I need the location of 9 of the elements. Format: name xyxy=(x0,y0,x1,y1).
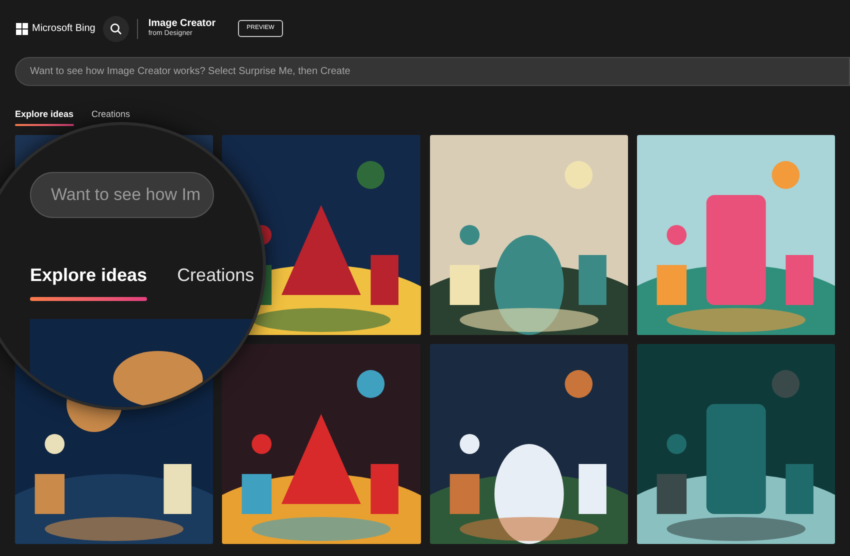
search-icon xyxy=(110,22,122,34)
tab[interactable]: Creations xyxy=(92,108,130,126)
brand-name: Microsoft Bing xyxy=(32,22,96,36)
search-field[interactable]: Want to see how Image Creator works? Select Surprise Me, then Create xyxy=(15,57,850,86)
tab[interactable]: Explore ideas xyxy=(30,262,148,301)
windows-logo-icon xyxy=(16,22,28,34)
tab[interactable]: Explore ideas xyxy=(15,108,74,126)
product-title: Image Creator xyxy=(148,18,216,30)
search-button[interactable] xyxy=(103,16,130,42)
